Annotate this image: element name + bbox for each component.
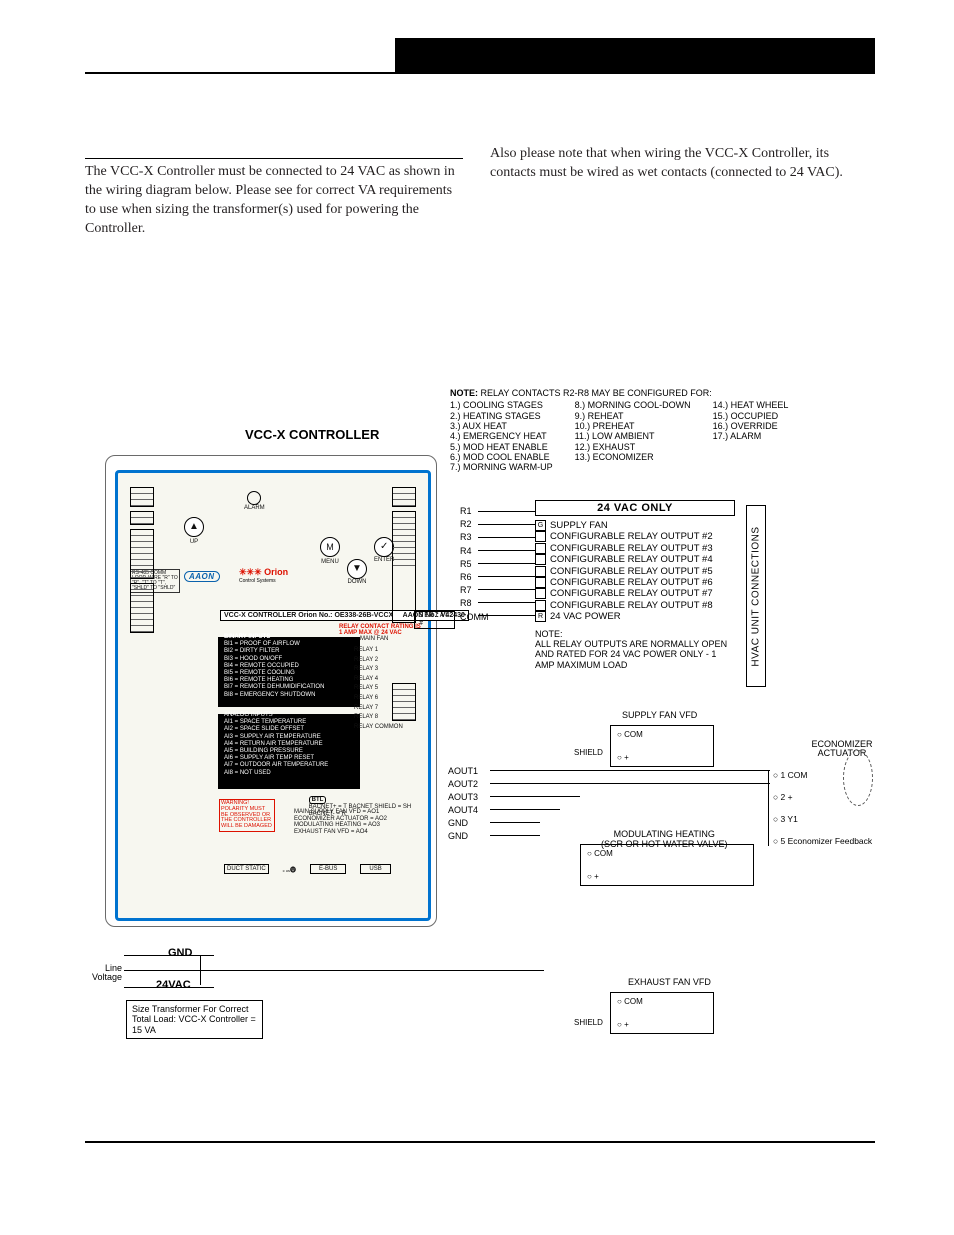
hvac-connection-panel: 24 VAC ONLY GSUPPLY FAN CONFIGURABLE REL… bbox=[535, 500, 735, 670]
conn-note: NOTE: ALL RELAY OUTPUTS ARE NORMALLY OPE… bbox=[535, 629, 735, 670]
conn-24vac-title: 24 VAC ONLY bbox=[535, 500, 735, 516]
mainfan-label: MAIN FAN bbox=[360, 636, 388, 642]
controller-title: VCC-X CONTROLLER bbox=[245, 427, 379, 442]
relay-config-note: NOTE: RELAY CONTACTS R2-R8 MAY BE CONFIG… bbox=[450, 388, 780, 473]
bottom-ports: DUCT STATIC c us🅤 E-BUS USB bbox=[224, 864, 391, 874]
supply-vfd-title: SUPPLY FAN VFD bbox=[622, 710, 697, 720]
r-pin-labels: R1 R2 R3 R4 R5 R6 R7 R8 COMM bbox=[460, 505, 489, 624]
left-terminal-strip bbox=[130, 487, 154, 637]
note-heading: NOTE: bbox=[450, 388, 478, 398]
ebus-port: E-BUS bbox=[310, 864, 346, 874]
intro-left-text: The VCC-X Controller must be connected t… bbox=[85, 163, 463, 239]
note-col-2: 8.) MORNING COOL-DOWN 9.) REHEAT 10.) PR… bbox=[575, 400, 691, 472]
aout-mapping: MAIN SUPPLY FAN VFD = AO1 ECONOMIZER ACT… bbox=[294, 809, 387, 835]
usb-port: USB bbox=[360, 864, 390, 874]
economizer-box: ECONOMIZER ACTUATOR 1 COM 2 + 3 Y1 5 Eco… bbox=[768, 770, 883, 846]
aout-pin-labels: AOUT1 AOUT2 AOUT3 AOUT4 GND GND bbox=[448, 765, 478, 843]
menu-button[interactable]: M bbox=[320, 537, 340, 557]
note-text: RELAY CONTACTS R2-R8 MAY BE CONFIGURED F… bbox=[481, 388, 712, 398]
orion-logo: ✳✳✳ Orion Control Systems bbox=[239, 567, 288, 584]
economizer-title: ECONOMIZER ACTUATOR bbox=[797, 740, 887, 759]
supply-vfd-box: COM + bbox=[610, 725, 714, 767]
line-voltage-label: Line Voltage bbox=[82, 964, 122, 982]
intro-right-text: Also please note that when wiring the VC… bbox=[490, 145, 868, 183]
analog-inputs: ANALOG INPUTS AI1 = SPACE TEMPERATURE AI… bbox=[224, 712, 364, 777]
header-black-bar bbox=[395, 38, 875, 72]
bottom-rule bbox=[85, 1141, 875, 1143]
shield-label-1: SHIELD bbox=[574, 748, 603, 757]
right-terminal-strip bbox=[392, 487, 416, 725]
actuator-icon bbox=[843, 750, 873, 806]
top-rule bbox=[85, 72, 875, 74]
btl-logo: BTL bbox=[309, 796, 327, 805]
ul-logo: c us🅤 bbox=[283, 865, 296, 874]
note-col-1: 1.) COOLING STAGES 2.) HEATING STAGES 3.… bbox=[450, 400, 553, 472]
hvac-vert-label: HVAC UNIT CONNECTIONS bbox=[746, 505, 766, 687]
nav-buttons: ▲ UP bbox=[184, 517, 204, 545]
down-button[interactable]: ▼ bbox=[347, 559, 367, 579]
vac24-label: 24VAC bbox=[156, 979, 191, 991]
left-col-rule bbox=[85, 158, 463, 159]
page: The VCC-X Controller must be connected t… bbox=[0, 0, 954, 1235]
gnd-label: GND bbox=[168, 947, 192, 959]
controller-board: ALARM ▲ UP M MENU ✓ bbox=[115, 470, 431, 921]
mod-heat-box: COM + bbox=[580, 844, 754, 886]
exhaust-vfd-box: COM + bbox=[610, 992, 714, 1034]
polarity-warning: WARNING! POLARITY MUST BE OBSERVED OR TH… bbox=[219, 799, 275, 832]
exhaust-vfd-title: EXHAUST FAN VFD bbox=[628, 977, 711, 987]
note-col-3: 14.) HEAT WHEEL 15.) OCCUPIED 16.) OVERR… bbox=[713, 400, 789, 472]
binary-inputs: BINARY INPUTS BI1 = PROOF OF AIRFLOW BI2… bbox=[224, 634, 364, 699]
wiring-diagram: NOTE: RELAY CONTACTS R2-R8 MAY BE CONFIG… bbox=[80, 370, 880, 1110]
board-contents: ALARM ▲ UP M MENU ✓ bbox=[124, 479, 422, 912]
aaon-logo: AAON bbox=[184, 571, 220, 582]
up-button[interactable]: ▲ bbox=[184, 517, 204, 537]
duct-static-port: DUCT STATIC bbox=[224, 864, 269, 874]
shield-label-2: SHIELD bbox=[574, 1018, 603, 1027]
led-icon bbox=[247, 491, 261, 505]
alarm-led: ALARM bbox=[244, 491, 265, 511]
transformer-sizing-box: Size Transformer For Correct Total Load:… bbox=[126, 1000, 263, 1039]
